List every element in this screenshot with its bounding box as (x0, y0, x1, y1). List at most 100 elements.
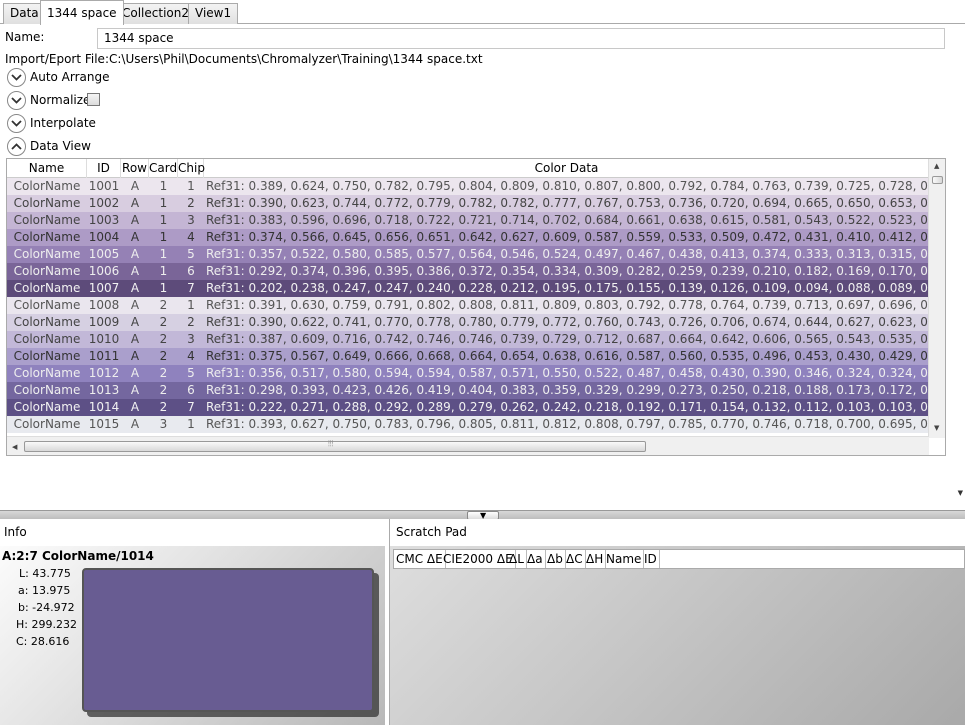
data-grid[interactable]: Name ID Row Card Chip Color Data ColorNa… (6, 158, 946, 456)
column-header-row[interactable]: Row (121, 159, 149, 178)
cell-id: 1013 (88, 383, 120, 397)
cell-card: 2 (159, 366, 168, 380)
scratch-column-header[interactable]: ID (642, 550, 660, 568)
scratch-column-header[interactable]: ΔC (564, 550, 586, 568)
cell-name: ColorName (13, 417, 81, 431)
table-row[interactable]: ColorName 1015 A 3 1 Ref31: 0.393, 0.627, 0.7… (7, 416, 929, 433)
scratch-column-header[interactable]: Δa (525, 550, 546, 568)
cell-name: ColorName (13, 213, 81, 227)
scratch-column-header[interactable]: ΔL (507, 550, 527, 568)
cell-color-data: Ref31: 0.357, 0.522, 0.580, 0.585, 0.577… (206, 247, 929, 261)
cell-color-data: Ref31: 0.390, 0.622, 0.741, 0.770, 0.778… (206, 315, 929, 329)
table-row[interactable]: ColorName 1011 A 2 4 Ref31: 0.375, 0.567, 0.6… (7, 348, 929, 365)
grid-vertical-scrollbar[interactable]: ▲ ▼ (928, 159, 945, 438)
table-row[interactable]: ColorName 1013 A 2 6 Ref31: 0.298, 0.393, 0.4… (7, 382, 929, 399)
cell-name: ColorName (13, 298, 81, 312)
column-header-name[interactable]: Name (7, 159, 87, 178)
cell-color-data: Ref31: 0.356, 0.517, 0.580, 0.594, 0.594… (206, 366, 929, 380)
cell-color-data: Ref31: 0.202, 0.238, 0.247, 0.247, 0.240… (206, 281, 929, 295)
cell-name: ColorName (13, 332, 81, 346)
cell-chip: 1 (187, 179, 195, 193)
table-row[interactable]: ColorName 1004 A 1 4 Ref31: 0.374, 0.566, 0.6… (7, 229, 929, 246)
cell-name: ColorName (13, 179, 81, 193)
scratch-column-header[interactable]: ΔH (584, 550, 607, 568)
panel-splitter[interactable]: ▼ (0, 510, 965, 520)
cell-row: A (130, 264, 140, 278)
cell-chip: 4 (187, 230, 195, 244)
cell-id: 1005 (88, 247, 120, 261)
column-header-color-data[interactable]: Color Data (204, 159, 929, 178)
table-row[interactable]: ColorName 1007 A 1 7 Ref31: 0.202, 0.238, 0.2… (7, 280, 929, 297)
cell-card: 1 (159, 247, 168, 261)
data-view-expander[interactable] (7, 137, 26, 156)
cell-chip: 3 (187, 213, 195, 227)
table-row[interactable]: ColorName 1006 A 1 6 Ref31: 0.292, 0.374, 0.3… (7, 263, 929, 280)
cell-color-data: Ref31: 0.374, 0.566, 0.645, 0.656, 0.651… (206, 230, 929, 244)
cell-id: 1006 (88, 264, 120, 278)
table-row[interactable]: ColorName 1005 A 1 5 Ref31: 0.357, 0.522, 0.5… (7, 246, 929, 263)
scroll-left-icon[interactable]: ◀ (12, 443, 17, 451)
cell-card: 2 (159, 383, 168, 397)
column-header-id[interactable]: ID (87, 159, 121, 178)
cell-row: A (130, 230, 140, 244)
interpolate-expander[interactable] (7, 114, 26, 133)
cell-chip: 6 (187, 383, 195, 397)
column-header-card[interactable]: Card (149, 159, 178, 178)
cell-card: 1 (159, 196, 168, 210)
scratch-column-header[interactable]: CMC ΔE (394, 550, 446, 568)
cell-chip: 5 (187, 247, 195, 261)
cell-card: 2 (159, 315, 168, 329)
table-row[interactable]: ColorName 1001 A 1 1 Ref31: 0.389, 0.624, 0.7… (7, 178, 929, 195)
cell-card: 2 (159, 400, 168, 414)
table-row[interactable]: ColorName 1002 A 1 2 Ref31: 0.390, 0.623, 0.7… (7, 195, 929, 212)
scroll-up-icon[interactable]: ▲ (934, 162, 939, 170)
table-row[interactable]: ColorName 1012 A 2 5 Ref31: 0.356, 0.517, 0.5… (7, 365, 929, 382)
cell-id: 1015 (88, 417, 120, 431)
tab-collection2[interactable]: Collection2 (115, 3, 196, 24)
scratch-pad-grid[interactable]: CMC ΔE CIE2000 ΔE ΔL Δa Δb ΔC ΔH Name ID (393, 549, 965, 569)
table-row[interactable]: ColorName 1008 A 2 1 Ref31: 0.391, 0.630, 0.7… (7, 297, 929, 314)
cell-id: 1003 (88, 213, 120, 227)
cell-chip: 6 (187, 264, 195, 278)
cell-row: A (130, 179, 140, 193)
chevron-down-icon (11, 97, 22, 104)
tab-view1[interactable]: View1 (188, 3, 239, 24)
table-row[interactable]: ColorName 1009 A 2 2 Ref31: 0.390, 0.622, 0.7… (7, 314, 929, 331)
cell-card: 1 (159, 213, 168, 227)
name-input[interactable]: 1344 space (97, 28, 945, 49)
lab-l-value: L: 43.775 (19, 567, 71, 580)
cell-row: A (130, 332, 140, 346)
cell-id: 1001 (88, 179, 120, 193)
cell-chip: 7 (187, 400, 195, 414)
panel-scroll-down-icon[interactable]: ▼ (958, 489, 963, 497)
cell-row: A (130, 315, 140, 329)
cell-chip: 1 (187, 298, 195, 312)
scratch-column-header[interactable]: CIE2000 ΔE (441, 550, 516, 568)
scratch-column-header[interactable]: Δb (545, 550, 566, 568)
table-row[interactable]: ColorName 1003 A 1 3 Ref31: 0.383, 0.596, 0.6… (7, 212, 929, 229)
horizontal-scroll-thumb[interactable]: ⦙⦙⦙ (24, 439, 646, 452)
collection-editor: Name: 1344 space Import/Eport File:C:\Us… (0, 24, 965, 510)
cell-id: 1007 (88, 281, 120, 295)
vertical-scroll-thumb[interactable] (932, 176, 943, 184)
table-row[interactable]: ColorName 1010 A 2 3 Ref31: 0.387, 0.609, 0.7… (7, 331, 929, 348)
cell-row: A (130, 417, 140, 431)
tab-1344-space[interactable]: 1344 space (40, 0, 124, 25)
normalize-label: Normalize (30, 93, 91, 107)
column-header-chip[interactable]: Chip (178, 159, 205, 178)
lch-h-value: H: 299.232 (16, 618, 77, 631)
file-path: C:\Users\Phil\Documents\Chromalyzer\Trai… (109, 52, 483, 66)
scratch-column-header[interactable]: Name (604, 550, 645, 568)
grid-horizontal-scrollbar[interactable]: ◀ ⦙⦙⦙ (7, 436, 929, 455)
cell-row: A (130, 213, 140, 227)
cell-color-data: Ref31: 0.393, 0.627, 0.750, 0.783, 0.796… (206, 417, 929, 431)
normalize-expander[interactable] (7, 91, 26, 110)
tab-bar: Data 1344 space Collection2 View1 (0, 0, 965, 25)
auto-arrange-expander[interactable] (7, 68, 26, 87)
cell-color-data: Ref31: 0.390, 0.623, 0.744, 0.772, 0.779… (206, 196, 929, 210)
table-row[interactable]: ColorName 1014 A 2 7 Ref31: 0.222, 0.271, 0.2… (7, 399, 929, 416)
cell-color-data: Ref31: 0.383, 0.596, 0.696, 0.718, 0.722… (206, 213, 929, 227)
cell-name: ColorName (13, 366, 81, 380)
scroll-down-icon[interactable]: ▼ (934, 424, 939, 432)
normalize-checkbox[interactable] (87, 93, 100, 106)
